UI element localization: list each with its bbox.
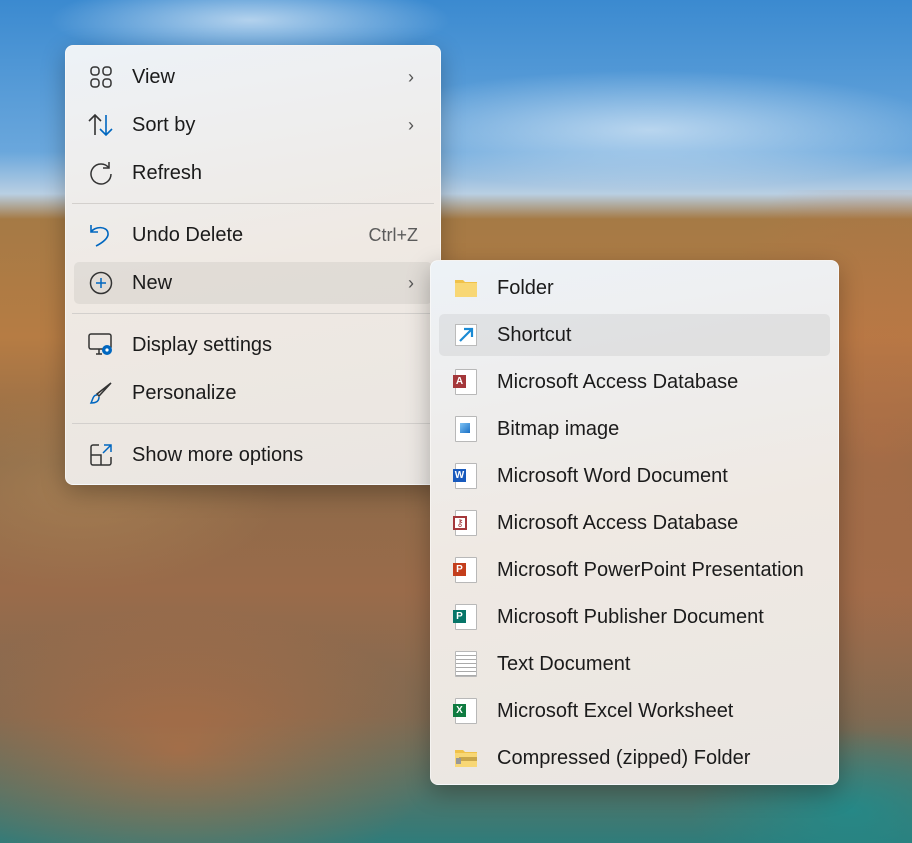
menu-item-label: Text Document: [497, 652, 631, 675]
menu-item-label: Folder: [497, 276, 554, 299]
submenu-item-excel-worksheet[interactable]: X Microsoft Excel Worksheet: [439, 690, 830, 732]
menu-item-display-settings[interactable]: Display settings: [74, 324, 432, 366]
menu-item-label: Bitmap image: [497, 417, 620, 440]
submenu-item-publisher-document[interactable]: P Microsoft Publisher Document: [439, 596, 830, 638]
word-file-icon: W: [453, 463, 479, 489]
menu-item-label: View: [132, 65, 175, 88]
brush-icon: [88, 380, 114, 406]
menu-item-label: Shortcut: [497, 323, 572, 346]
publisher-file-icon: P: [453, 604, 479, 630]
grid-icon: [88, 64, 114, 90]
menu-separator: [72, 423, 434, 424]
submenu-item-shortcut[interactable]: Shortcut: [439, 314, 830, 356]
menu-item-label: New: [132, 271, 173, 294]
desktop-context-menu: View › Sort by › Refresh Undo Delete Ctr…: [65, 45, 441, 485]
display-settings-icon: [88, 332, 114, 358]
menu-item-label: Microsoft Excel Worksheet: [497, 699, 734, 722]
refresh-icon: [88, 160, 114, 186]
menu-separator: [72, 203, 434, 204]
menu-item-label: Undo Delete: [132, 223, 244, 246]
menu-item-label: Microsoft Word Document: [497, 464, 728, 487]
undo-icon: [88, 222, 114, 248]
new-submenu: Folder Shortcut A Microsoft Access Datab…: [430, 260, 839, 785]
shortcut-icon: [453, 322, 479, 348]
submenu-item-text-document[interactable]: Text Document: [439, 643, 830, 685]
zip-folder-icon: [453, 745, 479, 771]
menu-item-label: Personalize: [132, 381, 237, 404]
chevron-right-icon: ›: [408, 66, 414, 87]
menu-item-label: Microsoft Access Database: [497, 511, 739, 534]
excel-file-icon: X: [453, 698, 479, 724]
menu-item-label: Show more options: [132, 443, 304, 466]
powerpoint-file-icon: P: [453, 557, 479, 583]
menu-separator: [72, 313, 434, 314]
chevron-right-icon: ›: [408, 114, 414, 135]
menu-item-label: Refresh: [132, 161, 203, 184]
menu-item-refresh[interactable]: Refresh: [74, 152, 432, 194]
sort-icon: [88, 112, 114, 138]
menu-item-label: Microsoft PowerPoint Presentation: [497, 558, 804, 581]
expand-icon: [88, 442, 114, 468]
menu-item-personalize[interactable]: Personalize: [74, 372, 432, 414]
menu-item-label: Compressed (zipped) Folder: [497, 746, 751, 769]
menu-item-show-more-options[interactable]: Show more options: [74, 434, 432, 476]
submenu-item-powerpoint-presentation[interactable]: P Microsoft PowerPoint Presentation: [439, 549, 830, 591]
menu-item-label: Microsoft Access Database: [497, 370, 739, 393]
submenu-item-access-database-2[interactable]: ⚷ Microsoft Access Database: [439, 502, 830, 544]
shortcut-text: Ctrl+Z: [368, 224, 419, 245]
submenu-item-word-document[interactable]: W Microsoft Word Document: [439, 455, 830, 497]
access-file-icon: A: [453, 369, 479, 395]
menu-item-label: Sort by: [132, 113, 196, 136]
submenu-item-access-database[interactable]: A Microsoft Access Database: [439, 361, 830, 403]
access-file-icon: ⚷: [453, 510, 479, 536]
text-file-icon: [453, 651, 479, 677]
chevron-right-icon: ›: [408, 272, 414, 293]
submenu-item-folder[interactable]: Folder: [439, 267, 830, 309]
menu-item-label: Microsoft Publisher Document: [497, 605, 764, 628]
menu-item-undo-delete[interactable]: Undo Delete Ctrl+Z: [74, 214, 432, 256]
menu-item-sort-by[interactable]: Sort by ›: [74, 104, 432, 146]
plus-circle-icon: [88, 270, 114, 296]
submenu-item-bitmap-image[interactable]: Bitmap image: [439, 408, 830, 450]
menu-item-new[interactable]: New ›: [74, 262, 432, 304]
bitmap-file-icon: [453, 416, 479, 442]
submenu-item-compressed-folder[interactable]: Compressed (zipped) Folder: [439, 737, 830, 779]
menu-item-view[interactable]: View ›: [74, 56, 432, 98]
menu-item-label: Display settings: [132, 333, 273, 356]
folder-icon: [453, 275, 479, 301]
